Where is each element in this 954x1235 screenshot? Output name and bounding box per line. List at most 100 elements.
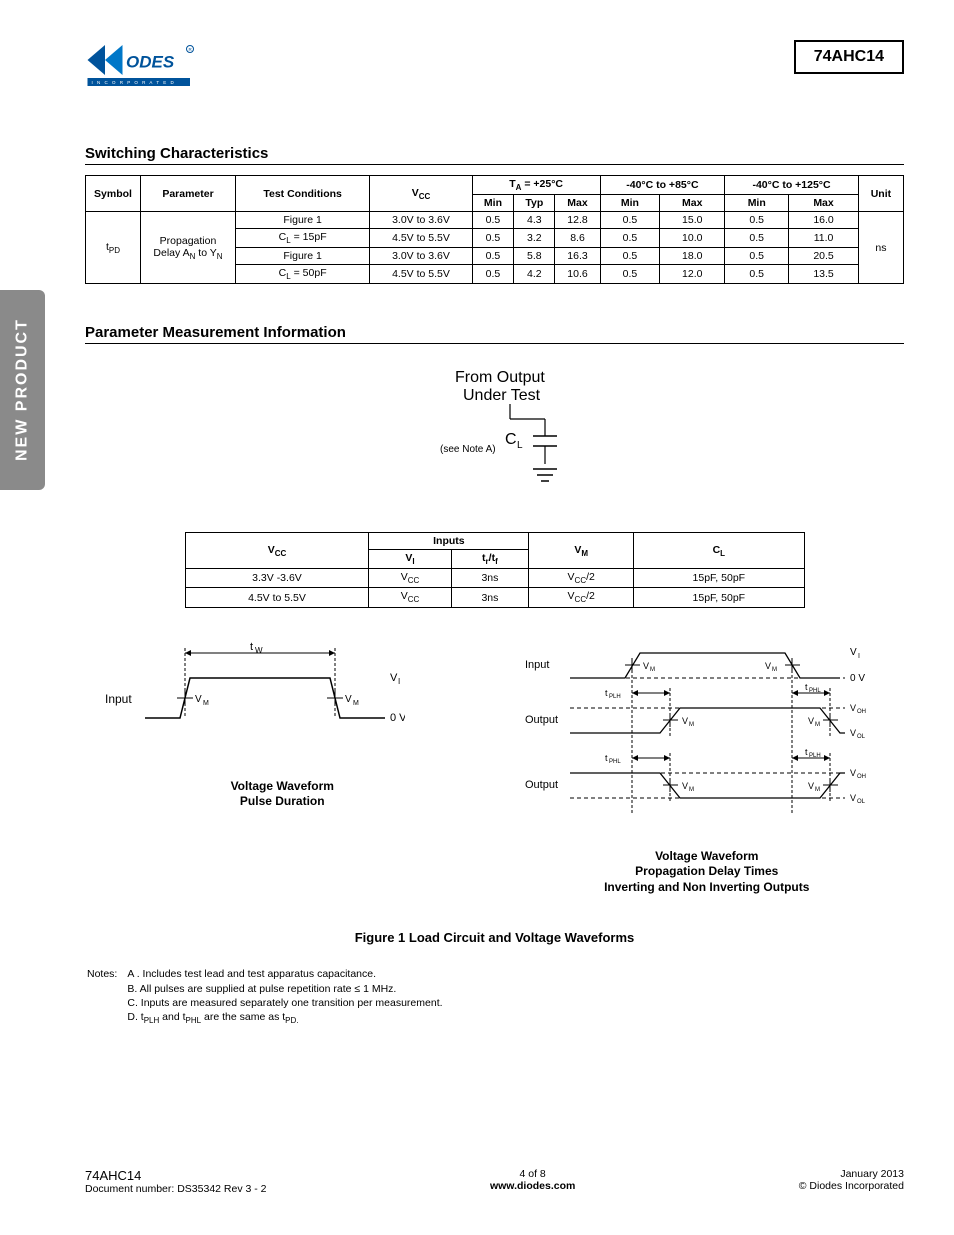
svg-text:V: V	[850, 768, 856, 778]
svg-text:M: M	[689, 787, 694, 793]
svg-text:V: V	[345, 694, 352, 705]
footer-docnum: Document number: DS35342 Rev 3 - 2	[85, 1183, 267, 1195]
part-number: 74AHC14	[814, 48, 884, 65]
td: 0.5	[725, 212, 789, 229]
svg-text:V: V	[850, 647, 857, 658]
td: 4.3	[514, 212, 555, 229]
th-min2: Min	[600, 195, 660, 212]
svg-text:W: W	[255, 646, 263, 655]
footer-url: www.diodes.com	[490, 1180, 575, 1192]
measurement-conditions-table: VCC Inputs VM CL VI tr/tf 3.3V -3.6V VCC…	[185, 532, 805, 607]
td: 0.5	[725, 248, 789, 265]
svg-text:PHL: PHL	[609, 759, 621, 765]
footer-part: 74AHC14	[85, 1168, 267, 1183]
th-max3: Max	[789, 195, 859, 212]
figure-title: Figure 1 Load Circuit and Voltage Wavefo…	[85, 930, 904, 945]
td: VCC/2	[529, 569, 634, 588]
svg-text:From Output: From Output	[455, 369, 545, 386]
svg-text:V: V	[850, 793, 856, 803]
svg-text:0 V: 0 V	[390, 712, 405, 724]
td: 13.5	[789, 265, 859, 284]
footer-date: January 2013	[799, 1168, 904, 1180]
td: 5.8	[514, 248, 555, 265]
td: 0.5	[472, 229, 514, 248]
th-vcc: VCC	[370, 176, 472, 212]
td: 10.6	[555, 265, 600, 284]
th-trtf: tr/tf	[451, 550, 529, 569]
svg-text:V: V	[643, 661, 649, 671]
svg-text:t: t	[605, 688, 608, 698]
svg-text:V: V	[850, 728, 856, 738]
svg-text:M: M	[203, 700, 209, 707]
svg-text:PLH: PLH	[809, 753, 821, 759]
svg-text:OL: OL	[857, 734, 866, 740]
svg-text:V: V	[682, 781, 688, 791]
td: VCC/2	[529, 588, 634, 607]
svg-text:ODES: ODES	[126, 53, 175, 72]
td: 12.0	[660, 265, 725, 284]
th-cl: CL	[634, 533, 804, 569]
svg-text:V: V	[682, 716, 688, 726]
page-footer: 74AHC14 Document number: DS35342 Rev 3 -…	[85, 1168, 904, 1195]
th-unit: Unit	[858, 176, 903, 212]
td: 11.0	[789, 229, 859, 248]
td: 15.0	[660, 212, 725, 229]
svg-text:Output: Output	[525, 779, 558, 791]
td: 3ns	[451, 569, 529, 588]
th-typ: Typ	[514, 195, 555, 212]
sidebar-label: NEW PRODUCT	[14, 319, 32, 462]
th-test: Test Conditions	[236, 176, 370, 212]
note-a: A . Includes test lead and test apparatu…	[127, 967, 442, 981]
td: 0.5	[600, 265, 660, 284]
td: 4.2	[514, 265, 555, 284]
td: 4.5V to 5.5V	[370, 229, 472, 248]
diodes-logo: ODES I N C O R P O R A T E D R	[85, 40, 195, 90]
pulse-duration-waveform: tW Input VI 0 V VM VM Voltage Waveform P…	[85, 638, 480, 896]
svg-text:V: V	[808, 781, 814, 791]
td: 15pF, 50pF	[634, 588, 804, 607]
td: 0.5	[600, 212, 660, 229]
svg-text:PHL: PHL	[809, 688, 821, 694]
svg-text:M: M	[772, 667, 777, 673]
notes-label: Notes:	[87, 967, 125, 1026]
td: 12.8	[555, 212, 600, 229]
td: 0.5	[725, 265, 789, 284]
td: 0.5	[472, 265, 514, 284]
td: 15pF, 50pF	[634, 569, 804, 588]
td: 4.5V to 5.5V	[370, 265, 472, 284]
wave2-caption1: Voltage Waveform	[510, 849, 905, 865]
section-pmi-title: Parameter Measurement Information	[85, 324, 904, 344]
td: 8.6	[555, 229, 600, 248]
td-cond: Figure 1	[236, 248, 370, 265]
svg-text:Input: Input	[105, 692, 132, 706]
th-ta25: TA = +25°C	[472, 176, 600, 195]
svg-text:PLH: PLH	[609, 694, 621, 700]
th-max2: Max	[660, 195, 725, 212]
svg-text:V: V	[808, 716, 814, 726]
svg-text:C: C	[505, 431, 517, 448]
svg-text:t: t	[605, 753, 608, 763]
svg-text:Output: Output	[525, 714, 558, 726]
svg-text:V: V	[850, 703, 856, 713]
td: 0.5	[472, 248, 514, 265]
note-b: B. All pulses are supplied at pulse repe…	[127, 982, 442, 996]
th-t125: -40°C to +125°C	[725, 176, 859, 195]
wave2-caption2: Propagation Delay Times	[510, 864, 905, 880]
td: 16.0	[789, 212, 859, 229]
sidebar-new-product: NEW PRODUCT	[0, 290, 45, 490]
svg-text:0 V: 0 V	[850, 673, 865, 684]
svg-text:t: t	[250, 641, 253, 653]
th-symbol: Symbol	[86, 176, 141, 212]
svg-text:t: t	[805, 682, 808, 692]
td: 18.0	[660, 248, 725, 265]
th-t85: -40°C to +85°C	[600, 176, 725, 195]
td: 3.2	[514, 229, 555, 248]
td: VCC	[369, 588, 451, 607]
svg-text:M: M	[689, 722, 694, 728]
switching-table: Symbol Parameter Test Conditions VCC TA …	[85, 175, 904, 284]
wave1-caption2: Pulse Duration	[85, 794, 480, 810]
td: 0.5	[600, 248, 660, 265]
td-symbol: tPD	[86, 212, 141, 284]
td: VCC	[369, 569, 451, 588]
td: 20.5	[789, 248, 859, 265]
